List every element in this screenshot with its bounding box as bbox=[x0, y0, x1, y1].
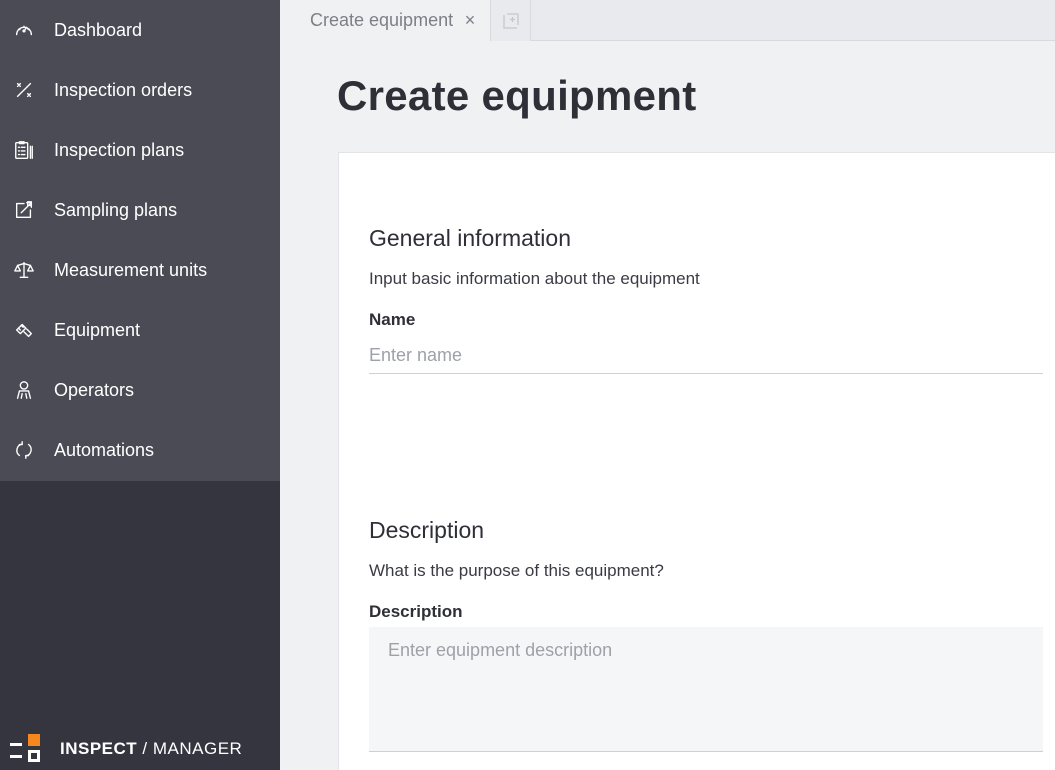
description-section-subtitle: What is the purpose of this equipment? bbox=[369, 561, 664, 580]
brand: INSPECT / MANAGER bbox=[10, 734, 242, 764]
description-section-title: Description bbox=[369, 517, 485, 543]
sidebar-item-dashboard[interactable]: Dashboard bbox=[0, 0, 280, 60]
sidebar-nav: Dashboard Inspection orders Inspection p… bbox=[0, 0, 280, 481]
person-icon bbox=[12, 378, 36, 402]
tab-create-equipment[interactable]: Create equipment × bbox=[280, 0, 491, 41]
name-input[interactable] bbox=[369, 338, 1043, 374]
tools-icon bbox=[12, 318, 36, 342]
brand-logo bbox=[10, 734, 40, 762]
page-title: Create equipment bbox=[337, 72, 697, 119]
description-label: Description bbox=[369, 602, 463, 621]
name-label: Name bbox=[369, 310, 416, 329]
scale-icon bbox=[12, 258, 36, 282]
add-tab-icon bbox=[502, 12, 519, 29]
form-card: General information Input basic informat… bbox=[338, 152, 1055, 770]
sidebar-item-measurement-units[interactable]: Measurement units bbox=[0, 240, 280, 300]
tab-label: Create equipment bbox=[310, 10, 454, 30]
add-tab-button[interactable] bbox=[491, 0, 531, 41]
brand-name: INSPECT / MANAGER bbox=[60, 739, 243, 758]
sidebar-item-label: Operators bbox=[54, 379, 135, 400]
sidebar-item-inspection-plans[interactable]: Inspection plans bbox=[0, 120, 280, 180]
sidebar: Dashboard Inspection orders Inspection p… bbox=[0, 0, 280, 770]
sidebar-item-label: Measurement units bbox=[54, 259, 208, 280]
sidebar-item-label: Dashboard bbox=[54, 19, 143, 40]
general-information-subtitle: Input basic information about the equipm… bbox=[369, 269, 700, 288]
sidebar-item-automations[interactable]: Automations bbox=[0, 420, 280, 480]
sidebar-item-label: Equipment bbox=[54, 319, 141, 340]
sidebar-item-label: Automations bbox=[54, 439, 155, 460]
close-icon[interactable]: × bbox=[462, 11, 478, 29]
sidebar-item-label: Sampling plans bbox=[54, 199, 178, 220]
sidebar-item-label: Inspection orders bbox=[54, 79, 193, 100]
gauge-icon bbox=[12, 18, 36, 42]
chart-export-icon bbox=[12, 198, 36, 222]
sidebar-item-inspection-orders[interactable]: Inspection orders bbox=[0, 60, 280, 120]
sidebar-item-equipment[interactable]: Equipment bbox=[0, 300, 280, 360]
percent-icon bbox=[12, 78, 36, 102]
general-information-title: General information bbox=[369, 225, 571, 251]
tab-bar: Create equipment × bbox=[280, 0, 1055, 41]
sidebar-item-sampling-plans[interactable]: Sampling plans bbox=[0, 180, 280, 240]
refresh-icon bbox=[12, 438, 36, 462]
sidebar-item-label: Inspection plans bbox=[54, 139, 185, 160]
clipboard-list-icon bbox=[12, 138, 36, 162]
sidebar-item-operators[interactable]: Operators bbox=[0, 360, 280, 420]
description-textarea[interactable] bbox=[369, 627, 1043, 752]
